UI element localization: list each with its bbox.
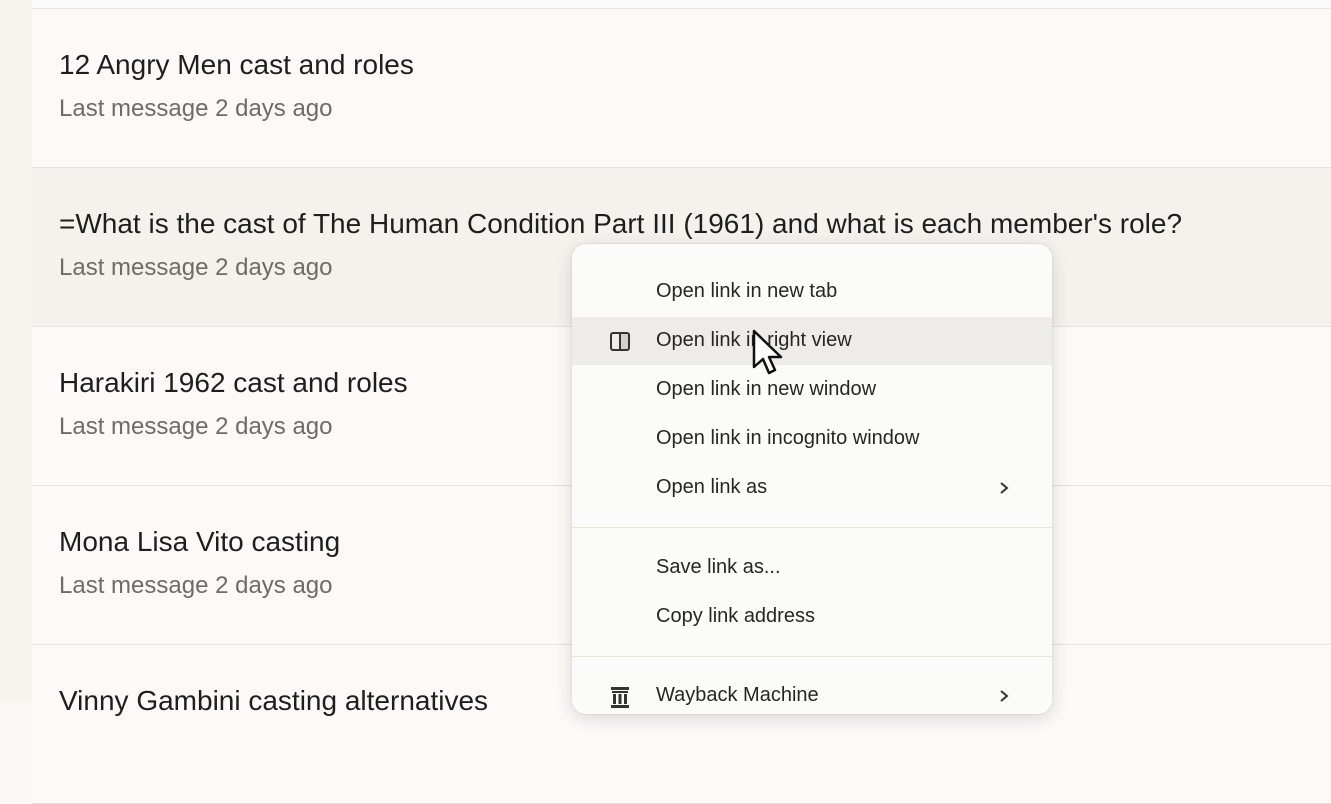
chat-list-item[interactable]: 12 Angry Men cast and roles Last message…	[32, 9, 1331, 168]
menu-item-copy-link[interactable]: Copy link address	[572, 593, 1052, 641]
menu-item-label: Open link in incognito window	[656, 427, 920, 449]
chat-title[interactable]: 12 Angry Men cast and roles	[59, 49, 414, 81]
menu-item-save-link[interactable]: Save link as...	[572, 544, 1052, 592]
menu-item-open-new-window[interactable]: Open link in new window	[572, 366, 1052, 414]
menu-item-label: Save link as...	[656, 556, 781, 578]
wayback-machine-icon	[608, 685, 632, 709]
menu-item-label: Copy link address	[656, 605, 815, 627]
chat-title[interactable]: =What is the cast of The Human Condition…	[59, 208, 1182, 240]
menu-item-wayback-machine[interactable]: Wayback Machine	[572, 672, 1052, 720]
chat-last-message: Last message 2 days ago	[59, 572, 333, 599]
menu-item-label: Open link as	[656, 476, 768, 498]
menu-item-open-incognito[interactable]: Open link in incognito window	[572, 415, 1052, 463]
menu-item-label: Open link in new tab	[656, 280, 838, 302]
context-menu: Open link in new tab Open link in right …	[572, 244, 1052, 714]
chevron-right-icon	[996, 684, 1012, 708]
menu-separator	[572, 656, 1052, 657]
menu-item-label: Open link in new window	[656, 378, 877, 400]
left-gutter	[0, 0, 32, 703]
chevron-right-icon	[996, 476, 1012, 500]
menu-item-open-link-as[interactable]: Open link as	[572, 464, 1052, 512]
chat-title[interactable]: Harakiri 1962 cast and roles	[59, 367, 408, 399]
previous-item-edge	[0, 0, 1331, 9]
mouse-pointer-icon	[752, 329, 786, 377]
menu-item-open-right-view[interactable]: Open link in right view	[572, 317, 1052, 365]
split-view-icon	[608, 330, 632, 354]
menu-item-open-new-tab[interactable]: Open link in new tab	[572, 268, 1052, 316]
chat-last-message: Last message 2 days ago	[59, 254, 333, 281]
chat-last-message: Last message 2 days ago	[59, 413, 333, 440]
menu-item-label: Wayback Machine	[656, 684, 819, 706]
chat-title[interactable]: Vinny Gambini casting alternatives	[59, 685, 488, 717]
chat-last-message: Last message 2 days ago	[59, 95, 333, 122]
chat-title[interactable]: Mona Lisa Vito casting	[59, 526, 340, 558]
menu-separator	[572, 527, 1052, 528]
